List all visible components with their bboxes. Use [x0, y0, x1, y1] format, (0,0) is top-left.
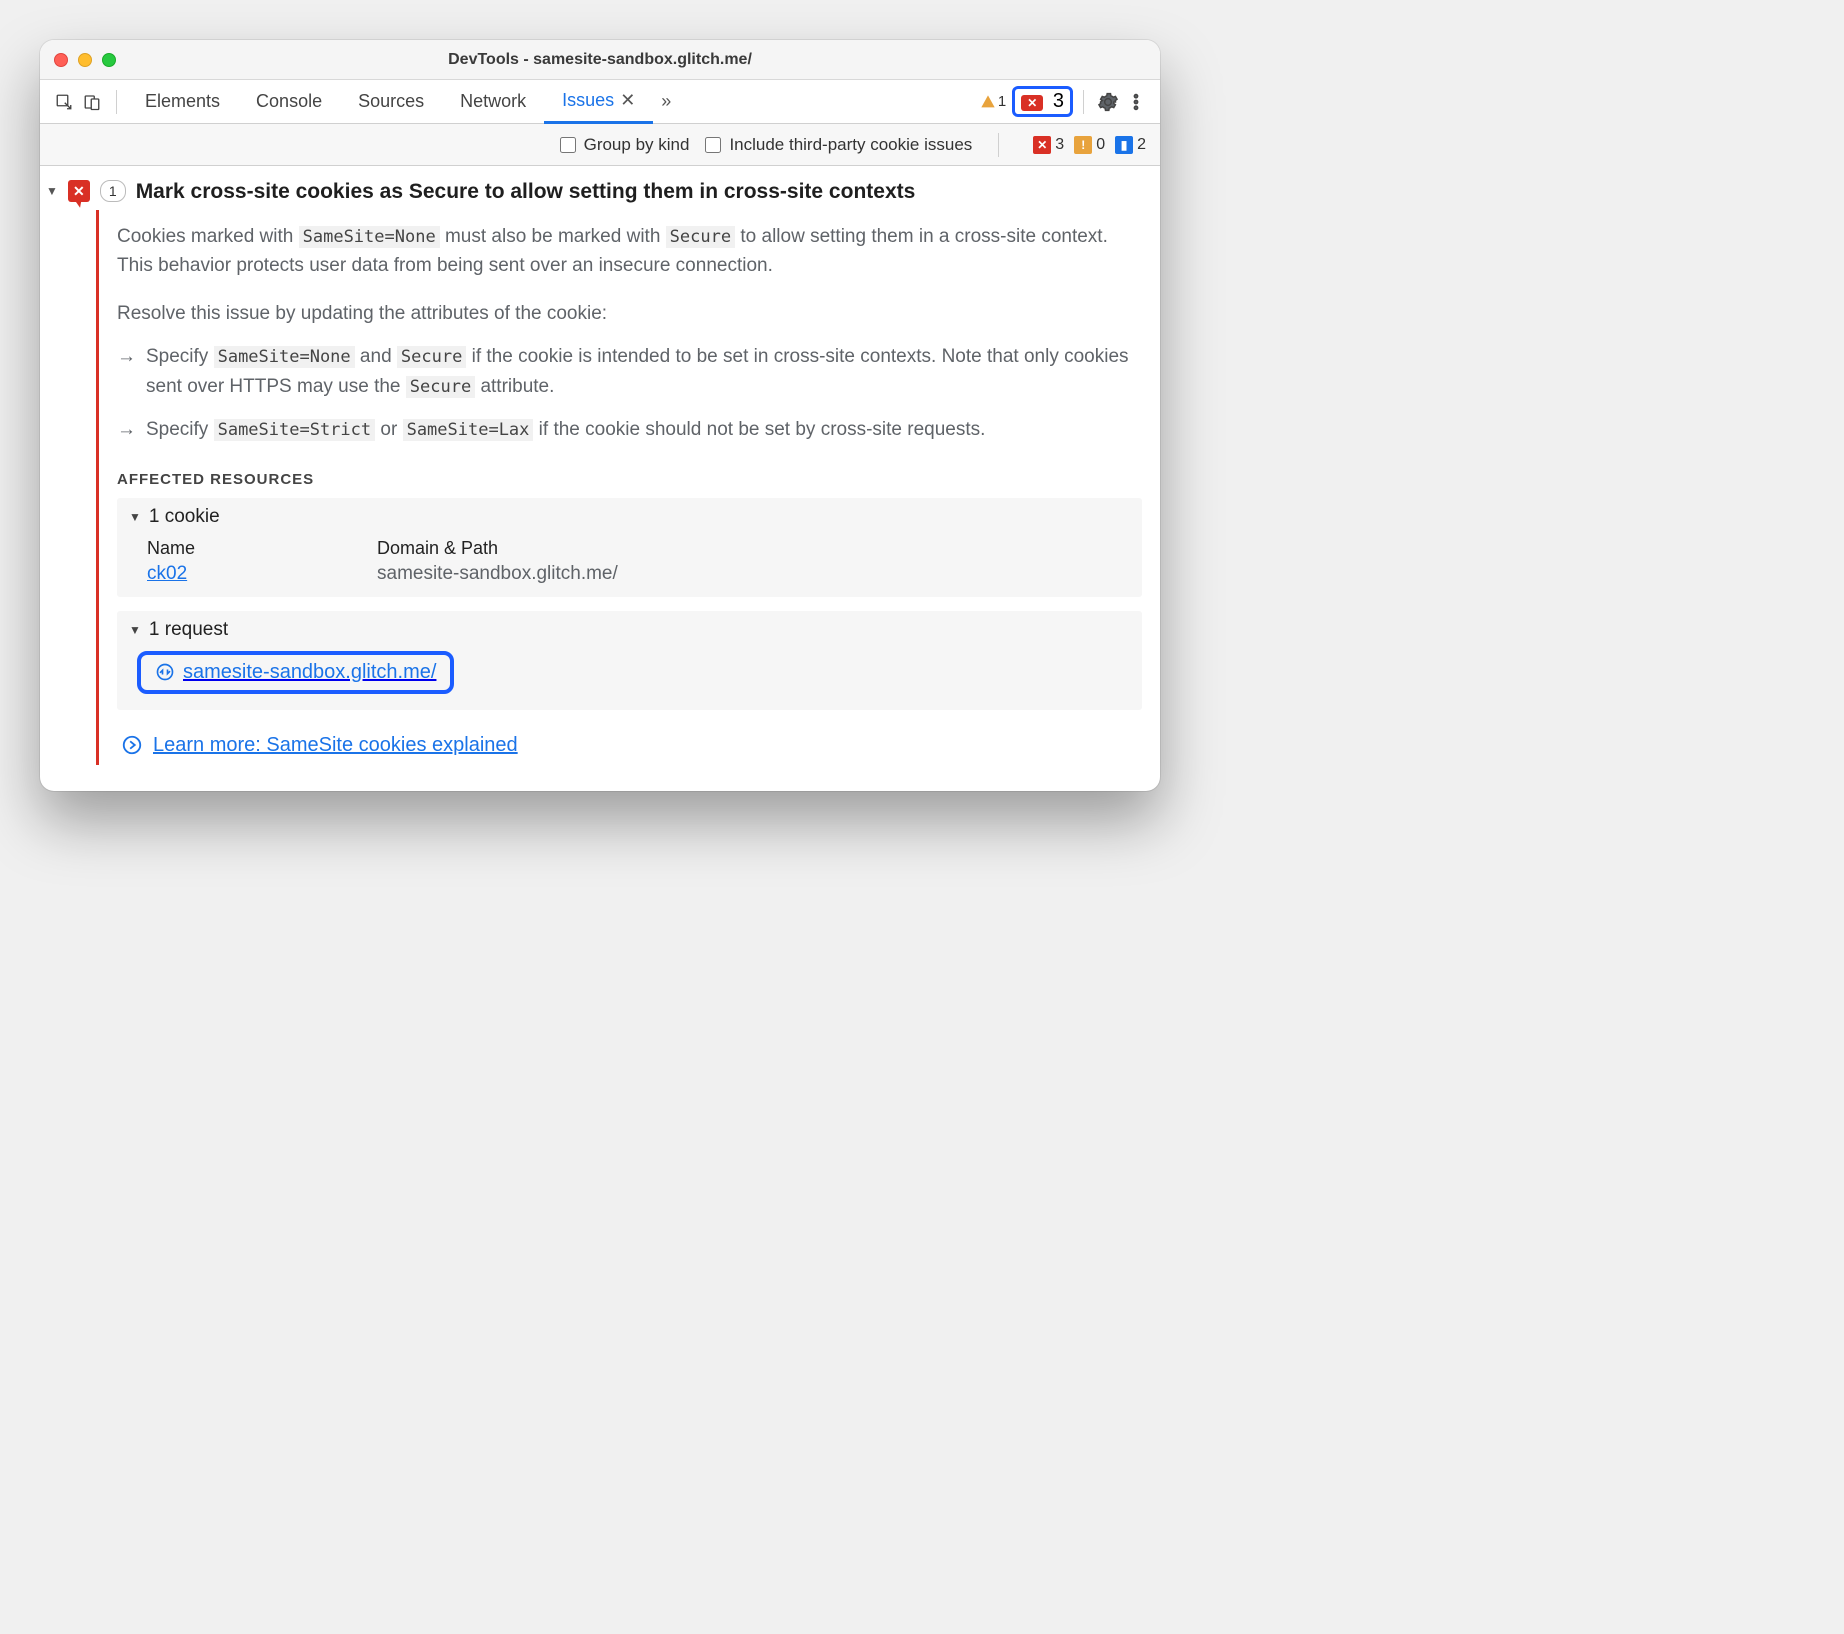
issue-paragraph-1: Cookies marked with SameSite=None must a… [117, 222, 1142, 281]
code-secure: Secure [666, 226, 735, 248]
inspect-icon[interactable] [50, 88, 78, 116]
titlebar: DevTools - samesite-sandbox.glitch.me/ [40, 40, 1160, 80]
request-circle-icon [155, 662, 175, 682]
more-options-icon[interactable] [1122, 88, 1150, 116]
requests-toggle[interactable]: ▼ 1 request [129, 619, 1130, 641]
separator-icon [116, 90, 117, 114]
info-count-item[interactable]: ▮ 2 [1115, 136, 1146, 154]
learn-more-link[interactable]: Learn more: SameSite cookies explained [153, 734, 518, 757]
affected-cookies: ▼ 1 cookie Name Domain & Path ck02 sames… [117, 498, 1142, 597]
affected-requests: ▼ 1 request samesite-sandbox.glitch.me/ [117, 611, 1142, 710]
error-count: 3 [1053, 90, 1064, 112]
error-count-badge-outlined[interactable]: ✕ 3 [1012, 86, 1073, 117]
col-domain: Domain & Path [377, 538, 498, 559]
error-n: 3 [1055, 136, 1064, 154]
requests-count: 1 request [149, 619, 228, 641]
info-sq-icon: ▮ [1115, 136, 1133, 154]
issue-count-pill: 1 [100, 180, 126, 202]
issue-paragraph-2: Resolve this issue by updating the attri… [117, 299, 1142, 328]
tab-console[interactable]: Console [238, 80, 340, 124]
traffic-lights [54, 53, 116, 67]
arrow-circle-icon [121, 734, 143, 756]
tab-bar: Elements Console Sources Network Issues … [40, 80, 1160, 124]
request-link-outlined[interactable]: samesite-sandbox.glitch.me/ [137, 651, 454, 694]
devtools-window: DevTools - samesite-sandbox.glitch.me/ E… [40, 40, 1160, 791]
issue-content: Cookies marked with SameSite=None must a… [96, 210, 1148, 765]
triangle-down-icon: ▼ [129, 623, 141, 637]
warning-count: 1 [998, 93, 1006, 110]
issue-header-row[interactable]: ▼ ✕ 1 Mark cross-site cookies as Secure … [46, 180, 1148, 204]
settings-icon[interactable] [1094, 88, 1122, 116]
cookies-count: 1 cookie [149, 506, 220, 528]
error-chip-icon: ✕ [1021, 95, 1043, 111]
issue-bullet-2: → Specify SameSite=Strict or SameSite=La… [117, 415, 1142, 444]
issue-title: Mark cross-site cookies as Secure to all… [136, 180, 916, 204]
third-party-input[interactable] [705, 137, 721, 153]
group-by-kind-checkbox[interactable]: Group by kind [560, 135, 690, 155]
separator-icon [998, 133, 999, 157]
learn-more: Learn more: SameSite cookies explained [121, 734, 1142, 757]
expand-icon[interactable]: ▼ [46, 180, 58, 198]
zoom-window-icon[interactable] [102, 53, 116, 67]
warn-count-item[interactable]: ! 0 [1074, 136, 1105, 154]
code-samesite-none: SameSite=None [299, 226, 440, 248]
col-name: Name [147, 538, 377, 559]
window-title: DevTools - samesite-sandbox.glitch.me/ [40, 51, 1160, 69]
warning-count-badge[interactable]: 1 [974, 92, 1012, 111]
tab-issues[interactable]: Issues ✕ [544, 80, 653, 124]
cookie-name-link[interactable]: ck02 [147, 563, 187, 584]
info-n: 2 [1137, 136, 1146, 154]
close-tab-icon[interactable]: ✕ [620, 90, 635, 111]
third-party-checkbox[interactable]: Include third-party cookie issues [705, 135, 972, 155]
arrow-icon: → [117, 342, 136, 401]
issues-body: ▼ ✕ 1 Mark cross-site cookies as Secure … [40, 166, 1160, 791]
group-by-kind-label: Group by kind [584, 135, 690, 155]
cookie-row: ck02 samesite-sandbox.glitch.me/ [147, 563, 1130, 585]
affected-resources-label: AFFECTED RESOURCES [117, 471, 1142, 488]
cookies-toggle[interactable]: ▼ 1 cookie [129, 506, 1130, 528]
filter-bar: Group by kind Include third-party cookie… [40, 124, 1160, 166]
tab-issues-label: Issues [562, 90, 614, 111]
device-icon[interactable] [78, 88, 106, 116]
arrow-icon: → [117, 415, 136, 444]
issue-bullet-1: → Specify SameSite=None and Secure if th… [117, 342, 1142, 401]
error-badge-icon: ✕ [68, 180, 90, 202]
tab-network[interactable]: Network [442, 80, 544, 124]
close-window-icon[interactable] [54, 53, 68, 67]
group-by-kind-input[interactable] [560, 137, 576, 153]
tab-elements[interactable]: Elements [127, 80, 238, 124]
cookie-columns: Name Domain & Path [147, 538, 1130, 559]
warn-n: 0 [1096, 136, 1105, 154]
more-tabs-icon[interactable]: » [653, 91, 679, 112]
cookie-domain: samesite-sandbox.glitch.me/ [377, 563, 618, 585]
request-url: samesite-sandbox.glitch.me/ [183, 661, 436, 684]
error-count-item[interactable]: ✕ 3 [1033, 136, 1064, 154]
issue-counts: ✕ 3 ! 0 ▮ 2 [1033, 136, 1146, 154]
warn-sq-icon: ! [1074, 136, 1092, 154]
minimize-window-icon[interactable] [78, 53, 92, 67]
tab-sources[interactable]: Sources [340, 80, 442, 124]
third-party-label: Include third-party cookie issues [729, 135, 972, 155]
separator-icon [1083, 90, 1084, 114]
error-sq-icon: ✕ [1033, 136, 1051, 154]
triangle-down-icon: ▼ [129, 510, 141, 524]
